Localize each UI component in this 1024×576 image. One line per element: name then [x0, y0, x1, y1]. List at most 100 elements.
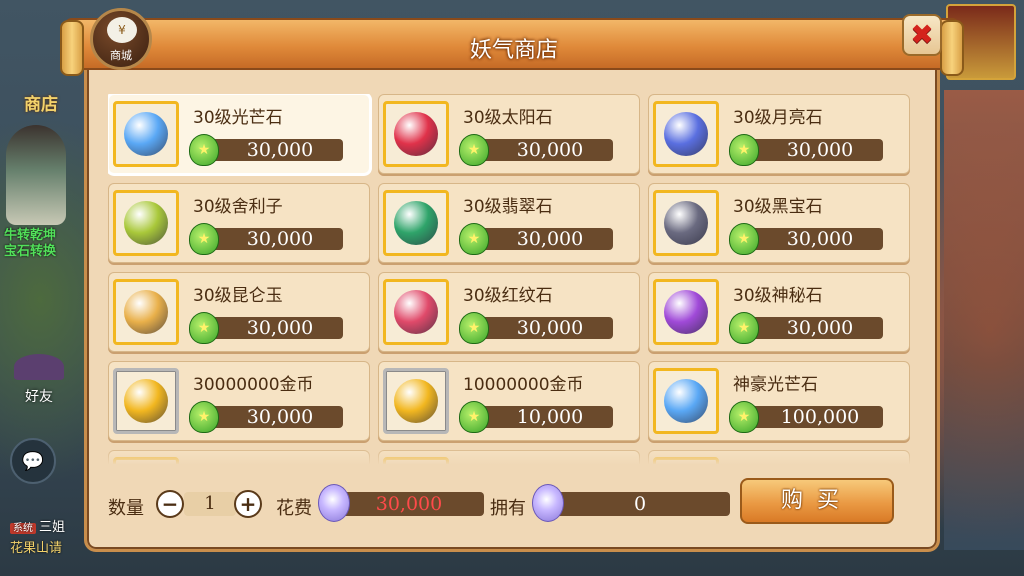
green-gourd-icon: ★: [729, 134, 759, 166]
red-swirl-gem-icon: [394, 112, 438, 156]
chat-feed: 系统 三姐 花果山请: [10, 518, 65, 559]
green-gourd-icon: ★: [729, 401, 759, 433]
item-thumbnail: [653, 190, 719, 256]
item-thumbnail: [113, 190, 179, 256]
item-name: 30级红纹石: [463, 286, 553, 306]
item-thumbnail: [113, 101, 179, 167]
item-thumbnail: [113, 368, 179, 434]
shop-item-card[interactable]: 30级黑宝石 ★ 30,000: [648, 183, 910, 263]
quantity-field[interactable]: 1: [184, 492, 236, 516]
close-button[interactable]: ✖: [902, 14, 942, 56]
item-price: 30,000: [246, 228, 314, 250]
item-price-bar: ★ 30,000: [729, 134, 883, 166]
shop-item-card[interactable]: 30000000金币 ★ 30,000: [108, 361, 370, 441]
item-price-bar: ★ 10,000: [459, 401, 613, 433]
item-name: 30级黑宝石: [733, 197, 823, 217]
straw-hat-icon: [14, 354, 64, 380]
item-price: 30,000: [786, 317, 854, 339]
amber-jade-icon: [124, 290, 168, 334]
green-gourd-icon: ★: [459, 312, 489, 344]
item-name: 10000000金币: [463, 375, 584, 395]
friends-label: 好友: [25, 389, 53, 405]
npc-label[interactable]: 牛转乾坤 宝石转换: [4, 228, 56, 260]
chat-bubble-icon: 💬: [21, 450, 45, 472]
item-price: 30,000: [246, 406, 314, 428]
item-price-bar: ★ 30,000: [189, 401, 343, 433]
shop-item-card[interactable]: 10000000金币 ★ 10,000: [378, 361, 640, 441]
cost-label: 花费: [276, 498, 312, 519]
cost-value: 30,000: [375, 493, 443, 515]
chat-line: 三姐: [39, 520, 66, 535]
shop-item-card[interactable]: 神豪光芒石 ★ 100,000: [648, 361, 910, 441]
gold-coin-icon: [124, 379, 168, 423]
item-thumbnail: [383, 368, 449, 434]
item-name: 神豪光芒石: [733, 375, 818, 395]
green-gourd-icon: ★: [189, 223, 219, 255]
item-price-bar: ★ 30,000: [189, 134, 343, 166]
shop-item-card[interactable]: 30级神秘石 ★ 30,000: [648, 272, 910, 352]
item-price: 30,000: [246, 139, 314, 161]
shop-item-card[interactable]: 30级舍利子 ★ 30,000: [108, 183, 370, 263]
black-diamond-icon: [664, 201, 708, 245]
item-price-bar: ★ 30,000: [729, 312, 883, 344]
item-price: 30,000: [246, 317, 314, 339]
owned-value: 0: [633, 493, 647, 515]
item-thumbnail: [653, 279, 719, 345]
shop-item-card[interactable]: 30级太阳石 ★ 30,000: [378, 94, 640, 174]
item-price: 30,000: [786, 228, 854, 250]
item-name: 30000000金币: [193, 375, 314, 395]
chat-line: 花果山请: [10, 541, 63, 556]
green-gourd-icon: ★: [729, 223, 759, 255]
owned-label: 拥有: [490, 498, 526, 519]
purple-crystal-icon: [664, 290, 708, 334]
shop-item-card[interactable]: 30级昆仑玉 ★ 30,000: [108, 272, 370, 352]
item-price-bar: ★ 30,000: [459, 312, 613, 344]
item-price-bar: ★ 30,000: [729, 223, 883, 255]
system-tag: 系统: [10, 523, 36, 534]
item-price: 10,000: [516, 406, 584, 428]
quantity-minus-button[interactable]: −: [156, 490, 184, 518]
scenery-right: [944, 90, 1024, 550]
blue-crystal-icon: [664, 379, 708, 423]
shop-item-card[interactable]: 30级月亮石 ★ 30,000: [648, 94, 910, 174]
item-price-bar: ★ 100,000: [729, 401, 883, 433]
quantity-plus-button[interactable]: +: [234, 490, 262, 518]
shop-item-card[interactable]: 30级红纹石 ★ 30,000: [378, 272, 640, 352]
item-price: 30,000: [786, 139, 854, 161]
quantity-label: 数量: [108, 498, 144, 519]
buy-button[interactable]: 购买: [740, 478, 894, 524]
title-bar: 妖气商店: [60, 18, 964, 76]
item-thumbnail: [113, 279, 179, 345]
red-stripe-gem-icon: [394, 290, 438, 334]
yaoqi-shop-dialog: 妖气商店 ¥ 商城 ✖ 30级光芒石 ★ 30,000 30级太阳石 ★ 30,000 30…: [60, 8, 964, 552]
owned-display: 0: [550, 492, 730, 516]
shop-item-card[interactable]: 30级翡翠石 ★ 30,000: [378, 183, 640, 263]
chat-button[interactable]: 💬: [10, 438, 56, 484]
close-icon: ✖: [910, 18, 934, 51]
item-name: 30级月亮石: [733, 108, 823, 128]
scroll-fade: [108, 446, 916, 468]
green-gourd-icon: ★: [189, 134, 219, 166]
mall-badge-label: 商城: [110, 49, 132, 62]
item-name: 30级太阳石: [463, 108, 553, 128]
shop-item-card[interactable]: 30级光芒石 ★ 30,000: [108, 94, 370, 174]
quantity-value: 1: [204, 493, 216, 514]
money-bag-icon: ¥: [107, 17, 137, 43]
gold-coin-icon: [394, 379, 438, 423]
jade-orb-icon: [394, 201, 438, 245]
item-price: 100,000: [780, 406, 860, 428]
item-price: 30,000: [516, 317, 584, 339]
item-grid[interactable]: 30级光芒石 ★ 30,000 30级太阳石 ★ 30,000 30级月亮石 ★ 30,000 3…: [108, 94, 916, 464]
item-price: 30,000: [516, 228, 584, 250]
green-gourd-icon: ★: [459, 223, 489, 255]
spirit-gourd-icon: [532, 484, 564, 522]
cost-display: 30,000: [334, 492, 484, 516]
item-name: 30级光芒石: [193, 108, 283, 128]
green-gourd-icon: ★: [189, 401, 219, 433]
green-gourd-icon: ★: [459, 401, 489, 433]
item-thumbnail: [383, 101, 449, 167]
friends-button[interactable]: 好友: [14, 354, 64, 414]
item-price: 30,000: [516, 139, 584, 161]
npc-label-line-1: 牛转乾坤: [4, 228, 57, 243]
npc-figure: [6, 125, 66, 225]
